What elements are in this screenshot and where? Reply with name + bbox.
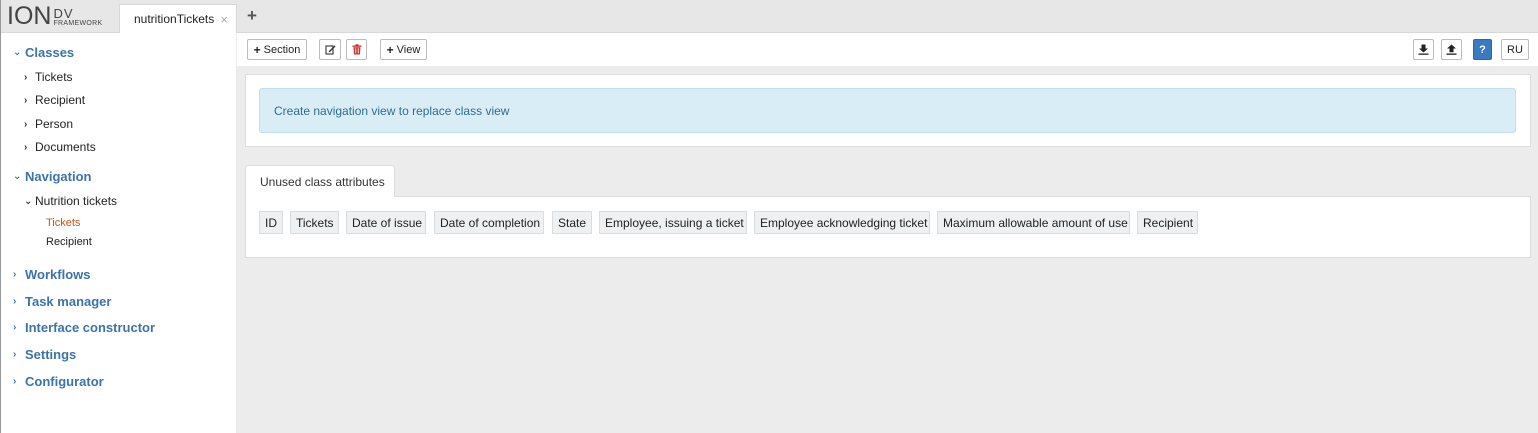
sidebar-subitem-recipient[interactable]: Recipient [46,236,92,248]
toolbar: + Section + View ? RU [237,33,1538,66]
add-section-button[interactable]: + Section [247,39,307,60]
attribute-chip-employee-issuing[interactable]: Employee, issuing a ticket [599,211,747,234]
chevron-right-icon: › [13,269,17,280]
logo: ION DV FRAMEWORK [1,0,119,33]
edit-icon [324,45,335,55]
sidebar-section-label: Configurator [25,374,104,389]
help-button[interactable]: ? [1473,39,1492,60]
upload-icon [1446,44,1457,55]
attribute-chip-employee-acknowledging[interactable]: Employee acknowledging ticket [754,211,930,234]
plus-icon: + [386,42,394,57]
add-tab-button[interactable]: + [247,6,257,26]
attribute-chip-date-of-completion[interactable]: Date of completion [434,211,544,234]
add-section-label: Section [263,43,301,56]
sidebar-section-label: Task manager [25,294,112,309]
download-button[interactable] [1413,39,1434,60]
chevron-down-icon: ⌄ [13,171,22,182]
sidebar-item-label: Nutrition tickets [35,194,118,208]
chevron-right-icon: › [24,118,28,130]
sidebar-section-workflows[interactable]: › Workflows [13,267,91,282]
sidebar-section-label: Workflows [25,267,91,282]
info-alert: Create navigation view to replace class … [259,88,1516,133]
chevron-right-icon: › [24,71,28,83]
logo-framework-text: FRAMEWORK [53,19,103,27]
sidebar-section-label: Interface constructor [25,320,156,335]
chevron-right-icon: › [13,376,17,387]
tab-nutrition-tickets[interactable]: nutritionTickets × [119,4,237,33]
download-icon [1418,44,1429,55]
sidebar-item-tickets[interactable]: › Tickets [24,70,73,84]
tab-unused-class-attributes[interactable]: Unused class attributes [245,165,395,197]
chevron-down-icon: ⌄ [13,47,22,58]
chevron-right-icon: › [13,322,17,333]
logo-dv-text: DV [53,5,74,21]
sidebar-section-label: Navigation [25,169,92,184]
chevron-right-icon: › [24,141,28,153]
attribute-chip-state[interactable]: State [552,211,592,234]
plus-icon: + [253,42,261,57]
logo-ion-text: ION [7,2,52,30]
chevron-down-icon: ⌄ [24,195,33,207]
chevron-right-icon: › [13,349,17,360]
attribute-chip-id[interactable]: ID [259,211,283,234]
tab-label: nutritionTickets [134,12,215,26]
sidebar-section-label: Classes [25,45,75,60]
close-icon[interactable]: × [220,12,228,27]
sidebar-item-person[interactable]: › Person [24,117,73,131]
attribute-chip-maximum-allowable-amount[interactable]: Maximum allowable amount of use [937,211,1130,234]
chevron-right-icon: › [13,296,17,307]
sidebar: ⌄ Classes › Tickets › Recipient › Person… [1,33,236,433]
sidebar-item-documents[interactable]: › Documents [24,140,96,154]
top-tab-bar: ION DV FRAMEWORK nutritionTickets × + [1,0,1538,33]
delete-button[interactable] [346,39,367,60]
sidebar-section-configurator[interactable]: › Configurator [13,374,104,389]
sidebar-item-label: Documents [35,140,96,154]
sidebar-section-classes[interactable]: ⌄ Classes [13,45,74,60]
chevron-right-icon: › [24,94,28,106]
sidebar-section-settings[interactable]: › Settings [13,347,76,362]
logo-right: DV FRAMEWORK [53,7,102,27]
sidebar-item-label: Person [35,117,74,131]
sidebar-item-label: Recipient [35,93,86,107]
attribute-chip-tickets[interactable]: Tickets [290,211,339,234]
sidebar-subitem-tickets[interactable]: Tickets [46,217,80,229]
attribute-chip-date-of-issue[interactable]: Date of issue [346,211,426,234]
sidebar-section-navigation[interactable]: ⌄ Navigation [13,169,91,184]
sidebar-item-label: Tickets [35,70,73,84]
sidebar-section-interface-constructor[interactable]: › Interface constructor [13,320,155,335]
attribute-chip-recipient[interactable]: Recipient [1137,211,1198,234]
edit-button[interactable] [319,39,341,60]
sidebar-section-label: Settings [25,347,77,362]
language-button[interactable]: RU [1501,39,1529,60]
trash-icon [352,44,361,55]
add-view-button[interactable]: + View [380,39,427,60]
sidebar-item-nutrition-tickets[interactable]: ⌄ Nutrition tickets [24,194,117,208]
upload-button[interactable] [1441,39,1462,60]
sidebar-item-recipient[interactable]: › Recipient [24,93,85,107]
sidebar-section-task-manager[interactable]: › Task manager [13,294,111,309]
add-view-label: View [396,43,421,56]
